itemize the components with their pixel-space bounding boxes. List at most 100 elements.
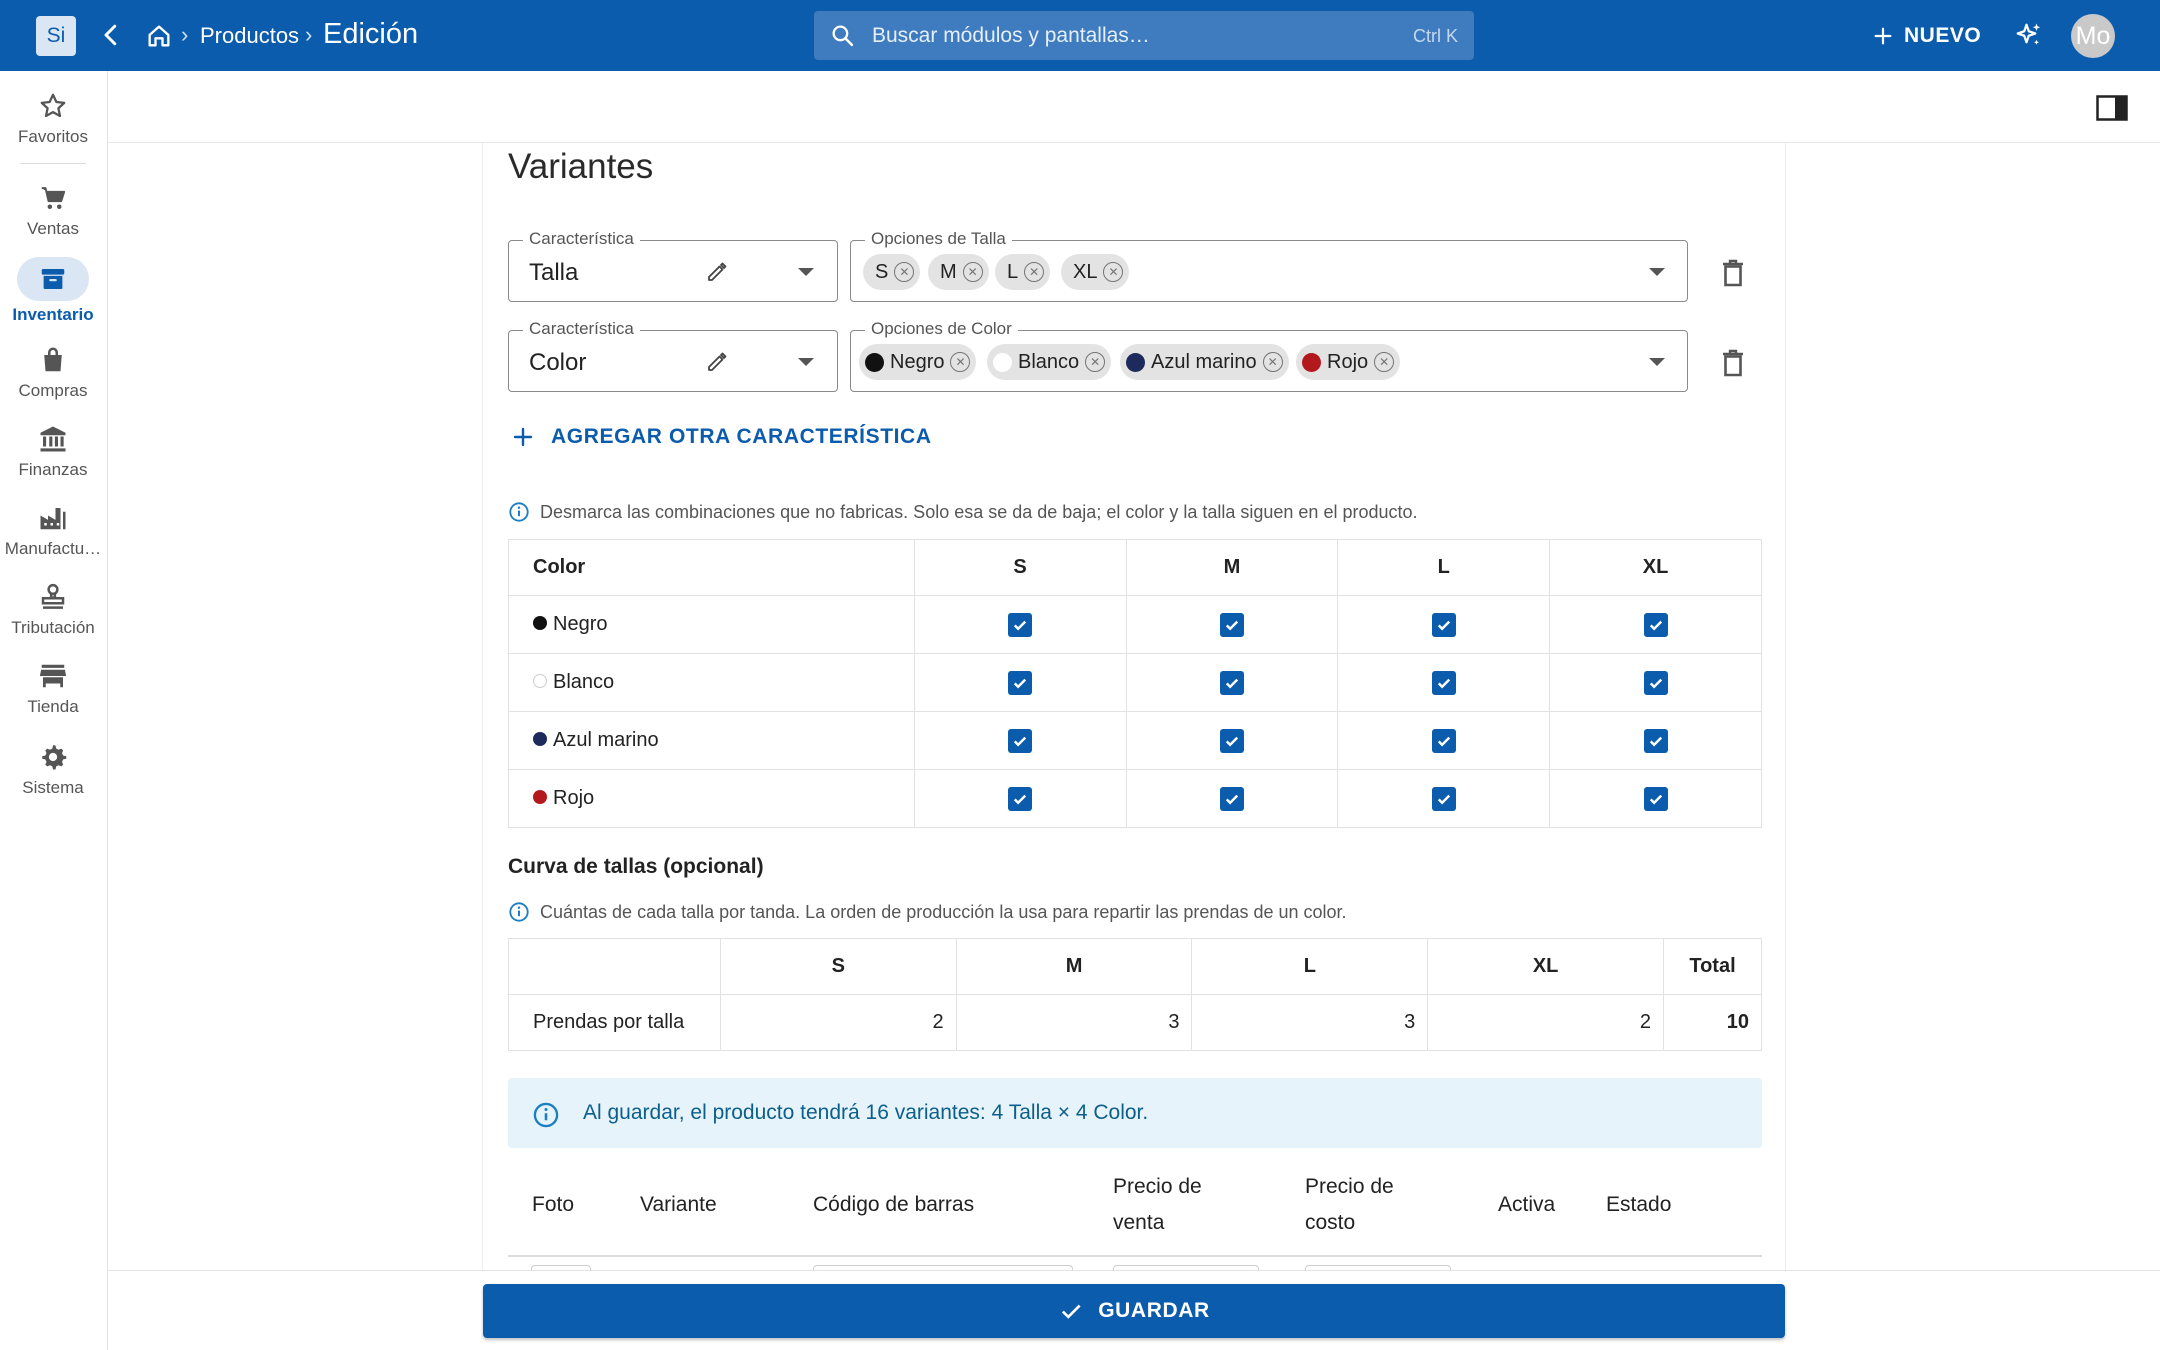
checkbox-cell[interactable]	[1337, 711, 1551, 770]
toolbar	[108, 71, 2160, 143]
checkbox-checked[interactable]	[1219, 728, 1244, 753]
chip-talla-xl[interactable]: XL ✕	[1061, 254, 1130, 290]
column-header	[508, 938, 721, 995]
search-placeholder: Buscar módulos y pantallas…	[872, 24, 1150, 47]
chip-color-azul-marino[interactable]: Azul marino ✕	[1120, 344, 1289, 380]
checkbox-checked[interactable]	[1219, 786, 1244, 811]
save-button-label: GUARDAR	[1098, 1299, 1210, 1322]
checkbox-checked[interactable]	[1643, 612, 1668, 637]
checkbox-cell[interactable]	[1549, 653, 1762, 712]
column-header: XL	[1427, 938, 1665, 995]
avatar[interactable]: Mo	[2071, 14, 2115, 58]
sidebar-item-label: Tributación	[11, 618, 95, 637]
checkbox-cell[interactable]	[913, 653, 1127, 712]
checkbox-checked[interactable]	[1008, 670, 1033, 695]
column-header: L	[1191, 938, 1429, 995]
delete-icon[interactable]	[1720, 348, 1746, 378]
pencil-icon[interactable]	[705, 350, 729, 374]
sidebar-item-label: Tienda	[27, 697, 79, 716]
search-box[interactable]: Buscar módulos y pantallas… Ctrl K	[814, 11, 1474, 60]
chip-talla-s[interactable]: S ✕	[863, 254, 921, 290]
checkbox-cell[interactable]	[1337, 595, 1551, 654]
color-name: Rojo	[553, 787, 595, 809]
pencil-icon[interactable]	[705, 260, 729, 284]
checkbox-checked[interactable]	[1008, 786, 1033, 811]
characteristic-select-color[interactable]: Característica Color	[508, 319, 838, 392]
remove-chip-icon[interactable]: ✕	[894, 262, 915, 282]
app-logo[interactable]: Si	[36, 16, 76, 56]
chip-color-blanco[interactable]: Blanco ✕	[987, 344, 1112, 380]
new-button[interactable]: NUEVO	[1872, 18, 1981, 54]
sidebar-item-sistema[interactable]: Sistema	[0, 742, 106, 798]
remove-chip-icon[interactable]: ✕	[1103, 262, 1124, 282]
sidebar-divider	[20, 163, 86, 164]
sidebar-item-label: Finanzas	[18, 460, 88, 479]
chip-talla-m[interactable]: M ✕	[928, 254, 989, 290]
checkbox-cell[interactable]	[1125, 711, 1339, 770]
column-header: L	[1337, 539, 1551, 596]
checkbox-checked[interactable]	[1008, 728, 1033, 753]
sidebar-item-tributacion[interactable]: Tributación	[0, 582, 106, 638]
checkbox-cell[interactable]	[1125, 595, 1339, 654]
chip-color-rojo[interactable]: Rojo ✕	[1296, 344, 1401, 380]
checkbox-checked[interactable]	[1219, 670, 1244, 695]
checkbox-cell[interactable]	[1125, 653, 1339, 712]
chip-color-negro[interactable]: Negro ✕	[859, 344, 977, 380]
characteristic-select-talla[interactable]: Característica Talla	[508, 229, 838, 302]
remove-chip-icon[interactable]: ✕	[1085, 352, 1106, 372]
sidebar-item-manufactura[interactable]: Manufactu…	[0, 503, 106, 559]
breadcrumb-productos[interactable]: Productos	[200, 23, 299, 49]
quantity-input-xl[interactable]: 2	[1427, 994, 1665, 1051]
dropdown-arrow-icon[interactable]	[798, 358, 814, 366]
star-icon	[40, 93, 66, 118]
checkbox-checked[interactable]	[1431, 786, 1456, 811]
chevron-left-icon[interactable]	[96, 20, 126, 50]
checkbox-cell[interactable]	[913, 711, 1127, 770]
options-select-talla[interactable]: Opciones de Talla S ✕ M ✕ L ✕ XL ✕	[850, 229, 1688, 302]
checkbox-checked[interactable]	[1643, 728, 1668, 753]
delete-icon[interactable]	[1720, 258, 1746, 288]
checkbox-cell[interactable]	[913, 595, 1127, 654]
dropdown-arrow-icon[interactable]	[1649, 358, 1665, 366]
remove-chip-icon[interactable]: ✕	[962, 262, 983, 282]
sidebar-item-tienda[interactable]: Tienda	[0, 661, 106, 717]
chip-label: Negro	[890, 350, 945, 373]
checkbox-checked[interactable]	[1431, 728, 1456, 753]
sparkle-icon[interactable]	[2014, 21, 2044, 51]
dropdown-arrow-icon[interactable]	[1649, 268, 1665, 276]
checkbox-cell[interactable]	[1125, 769, 1339, 828]
add-characteristic-button[interactable]: AGREGAR OTRA CARACTERÍSTICA	[511, 425, 932, 449]
chip-talla-l[interactable]: L ✕	[995, 254, 1051, 290]
sidebar-item-inventario[interactable]: Inventario	[0, 257, 106, 325]
remove-chip-icon[interactable]: ✕	[1024, 262, 1045, 282]
save-button[interactable]: GUARDAR	[483, 1284, 1785, 1338]
quantity-input-l[interactable]: 3	[1191, 994, 1429, 1051]
info-icon	[509, 502, 529, 522]
checkbox-cell[interactable]	[1337, 653, 1551, 712]
quantity-input-m[interactable]: 3	[955, 994, 1193, 1051]
checkbox-checked[interactable]	[1431, 612, 1456, 637]
sidebar-item-finanzas[interactable]: Finanzas	[0, 424, 106, 480]
sidebar-item-compras[interactable]: Compras	[0, 345, 106, 401]
quantity-input-s[interactable]: 2	[719, 994, 957, 1051]
checkbox-cell[interactable]	[913, 769, 1127, 828]
checkbox-checked[interactable]	[1643, 670, 1668, 695]
sidebar-item-ventas[interactable]: Ventas	[0, 183, 106, 239]
checkbox-cell[interactable]	[1337, 769, 1551, 828]
remove-chip-icon[interactable]: ✕	[950, 352, 971, 372]
dropdown-arrow-icon[interactable]	[798, 268, 814, 276]
checkbox-checked[interactable]	[1643, 786, 1668, 811]
checkbox-cell[interactable]	[1549, 595, 1762, 654]
options-select-color[interactable]: Opciones de Color Negro ✕ Blanco ✕ Azul ma…	[850, 319, 1688, 392]
remove-chip-icon[interactable]: ✕	[1262, 352, 1283, 372]
sidebar-item-favoritos[interactable]: Favoritos	[0, 91, 106, 147]
remove-chip-icon[interactable]: ✕	[1374, 352, 1395, 372]
checkbox-checked[interactable]	[1219, 612, 1244, 637]
checkbox-cell[interactable]	[1549, 711, 1762, 770]
checkbox-checked[interactable]	[1008, 612, 1033, 637]
side-panel-icon[interactable]	[2096, 95, 2128, 121]
checkbox-cell[interactable]	[1549, 769, 1762, 828]
home-icon[interactable]	[145, 22, 173, 50]
check-icon	[1062, 1304, 1081, 1319]
checkbox-checked[interactable]	[1431, 670, 1456, 695]
